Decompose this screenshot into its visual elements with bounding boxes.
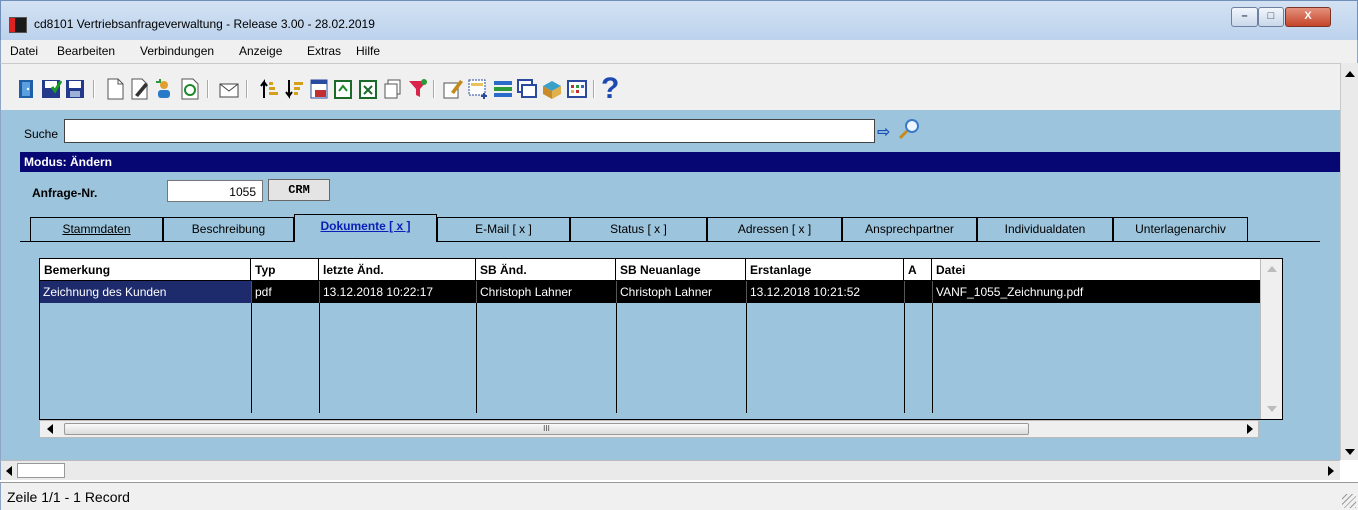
window-vertical-scrollbar[interactable] [1340, 63, 1358, 460]
menu-extras[interactable]: Extras [307, 44, 341, 58]
cell-a[interactable] [904, 281, 932, 303]
grid-scroll-right-icon[interactable] [1246, 424, 1254, 434]
edit-pen-icon[interactable] [129, 78, 151, 100]
menu-bearbeiten[interactable]: Bearbeiten [57, 44, 115, 58]
refresh-icon[interactable] [179, 78, 201, 100]
anfrage-label: Anfrage-Nr. [32, 186, 98, 200]
tab-adressen[interactable]: Adressen [ x ] [707, 217, 842, 241]
grid-header: Bemerkung Typ letzte Änd. SB Änd. SB Neu… [40, 259, 1260, 281]
toolbar: ? [0, 63, 1340, 110]
status-text: Zeile 1/1 - 1 Record [7, 489, 130, 505]
scroll-left-icon[interactable] [5, 466, 13, 476]
grid-scroll-up-icon[interactable] [1267, 265, 1277, 273]
grid-scroll-left-icon[interactable] [46, 424, 54, 434]
new-document-icon[interactable] [104, 78, 126, 100]
status-bar: Zeile 1/1 - 1 Record [0, 482, 1358, 510]
anfrage-number-field[interactable]: 1055 [167, 180, 263, 202]
search-icon[interactable] [896, 118, 922, 140]
grid-horizontal-scrollbar[interactable]: III [39, 420, 1259, 438]
column-header-letzte-aend[interactable]: letzte Änd. [319, 259, 476, 281]
copy-person-icon[interactable] [153, 78, 175, 100]
calendar-number-icon[interactable] [308, 78, 330, 100]
window-title: cd8101 Vertriebsanfrageverwaltung - Rele… [34, 17, 375, 31]
exit-door-icon[interactable] [15, 78, 37, 100]
resize-grip-icon[interactable] [1342, 494, 1356, 508]
menu-datei[interactable]: Datei [10, 44, 38, 58]
column-header-a[interactable]: A [904, 259, 932, 281]
scroll-right-icon[interactable] [1327, 466, 1335, 476]
help-icon[interactable]: ? [601, 72, 623, 105]
mode-bar: Modus: Ändern [20, 152, 1340, 172]
transfer-icon[interactable] [492, 78, 514, 100]
window-scroll-thumb[interactable] [17, 463, 65, 478]
cell-datei[interactable]: VANF_1055_Zeichnung.pdf [932, 281, 1260, 303]
grid-scroll-down-icon[interactable] [1267, 405, 1277, 413]
search-input[interactable] [64, 119, 875, 143]
scroll-up-icon[interactable] [1345, 71, 1355, 77]
tab-status[interactable]: Status [ x ] [570, 217, 707, 241]
mail-icon[interactable] [218, 78, 240, 100]
menu-bar: Datei Bearbeiten Verbindungen Anzeige Ex… [0, 40, 1358, 63]
copy-pages-icon[interactable] [382, 78, 404, 100]
scroll-down-icon[interactable] [1345, 449, 1355, 455]
save-check-icon[interactable] [40, 78, 62, 100]
column-header-datei[interactable]: Datei [932, 259, 1260, 281]
grid-scroll-thumb[interactable]: III [64, 423, 1029, 435]
menu-anzeige[interactable]: Anzeige [239, 44, 282, 58]
column-header-sb-aend[interactable]: SB Änd. [476, 259, 616, 281]
documents-grid: Bemerkung Typ letzte Änd. SB Änd. SB Neu… [39, 258, 1283, 420]
sort-ascending-icon[interactable] [258, 78, 280, 100]
table-row[interactable]: Zeichnung des Kunden pdf 13.12.2018 10:2… [40, 281, 1260, 303]
edit-note-icon[interactable] [442, 78, 464, 100]
tab-ansprechpartner[interactable]: Ansprechpartner [842, 217, 977, 241]
windows-icon[interactable] [516, 78, 538, 100]
menu-verbindungen[interactable]: Verbindungen [140, 44, 214, 58]
window-horizontal-scrollbar[interactable] [0, 460, 1340, 480]
grid-table-icon[interactable] [566, 78, 588, 100]
tab-beschreibung[interactable]: Beschreibung [163, 217, 294, 241]
grid-vertical-scrollbar[interactable] [1260, 259, 1282, 419]
tab-stammdaten[interactable]: Stammdaten [30, 217, 163, 241]
sort-descending-icon[interactable] [283, 78, 305, 100]
excel-icon[interactable] [357, 78, 379, 100]
app-icon [9, 17, 27, 33]
title-bar: cd8101 Vertriebsanfrageverwaltung - Rele… [0, 0, 1358, 40]
menu-hilfe[interactable]: Hilfe [356, 44, 380, 58]
cell-sb-aend[interactable]: Christoph Lahner [476, 281, 616, 303]
cell-sb-neuanlage[interactable]: Christoph Lahner [616, 281, 746, 303]
tab-email[interactable]: E-Mail [ x ] [437, 217, 570, 241]
tab-individualdaten[interactable]: Individualdaten [977, 217, 1113, 241]
cell-letzte-aend[interactable]: 13.12.2018 10:22:17 [319, 281, 476, 303]
column-header-bemerkung[interactable]: Bemerkung [40, 259, 251, 281]
tab-dokumente[interactable]: Dokumente [ x ] [294, 214, 437, 242]
cell-typ[interactable]: pdf [251, 281, 319, 303]
cell-bemerkung[interactable]: Zeichnung des Kunden [40, 281, 251, 303]
tab-panel-border [20, 241, 1320, 242]
column-header-sb-neuanlage[interactable]: SB Neuanlage [616, 259, 746, 281]
close-button[interactable]: X [1285, 7, 1331, 27]
filter-funnel-icon[interactable] [407, 78, 429, 100]
add-record-icon[interactable] [467, 78, 489, 100]
tab-unterlagenarchiv[interactable]: Unterlagenarchiv [1113, 217, 1248, 241]
minimize-button[interactable]: – [1231, 7, 1258, 27]
cell-erstanlage[interactable]: 13.12.2018 10:21:52 [746, 281, 904, 303]
column-header-erstanlage[interactable]: Erstanlage [746, 259, 904, 281]
maximize-button[interactable]: □ [1258, 7, 1284, 27]
column-header-typ[interactable]: Typ [251, 259, 319, 281]
export-icon[interactable] [332, 78, 354, 100]
crm-button[interactable]: CRM [268, 179, 330, 201]
search-go-icon[interactable]: ⇨ [877, 122, 890, 142]
save-icon[interactable] [64, 78, 86, 100]
search-label: Suche [24, 127, 59, 141]
folder-book-icon[interactable] [541, 78, 563, 100]
